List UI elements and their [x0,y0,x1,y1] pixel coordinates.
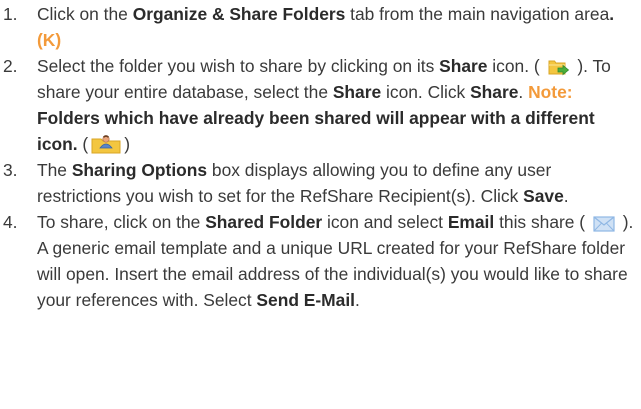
step-text: To share, click on the [37,212,206,232]
step-text: Click on the [37,4,133,24]
step-2: 2. Select the folder you wish to share b… [3,53,639,157]
sharing-options-label: Sharing Options [71,160,208,180]
email-label: Email [447,212,495,232]
step-text: icon. Click [381,82,471,102]
share-label: Share [439,56,488,76]
note-label: Note: [528,82,573,102]
send-email-label: Send E-Mail [256,290,355,310]
step-text: . [354,290,360,310]
step-text: . [563,186,569,206]
save-label: Save [523,186,564,206]
envelope-icon [593,216,615,232]
share-label: Share [470,82,519,102]
step-3: 3. The Sharing Options box displays allo… [3,157,639,209]
callout-key: (K) [37,30,62,50]
step-text: tab from the main navigation area [345,4,610,24]
step-text: icon and select [322,212,448,232]
step-number: 3. [3,160,18,180]
step-text: Select the folder you wish to share by c… [37,56,440,76]
folder-share-icon [548,57,570,76]
step-text: this share ( [494,212,590,232]
step-1: 1. Click on the Organize & Share Folders… [3,1,639,53]
period: . [609,4,615,24]
instruction-document: 1. Click on the Organize & Share Folders… [3,1,639,313]
step-number: 2. [3,56,18,76]
step-text: . [518,82,529,102]
step-text: ( [77,134,89,154]
shared-folder-label: Shared Folder [205,212,323,232]
step-number: 4. [3,212,18,232]
step-text: The [37,160,72,180]
step-text: icon. ( [487,56,545,76]
step-text: ) [124,134,131,154]
step-4: 4. To share, click on the Shared Folder … [3,209,639,313]
tab-name: Organize & Share Folders [132,4,346,24]
step-list: 1. Click on the Organize & Share Folders… [3,1,639,313]
shared-folder-icon [91,134,121,154]
share-label: Share [332,82,382,102]
step-number: 1. [3,4,18,24]
